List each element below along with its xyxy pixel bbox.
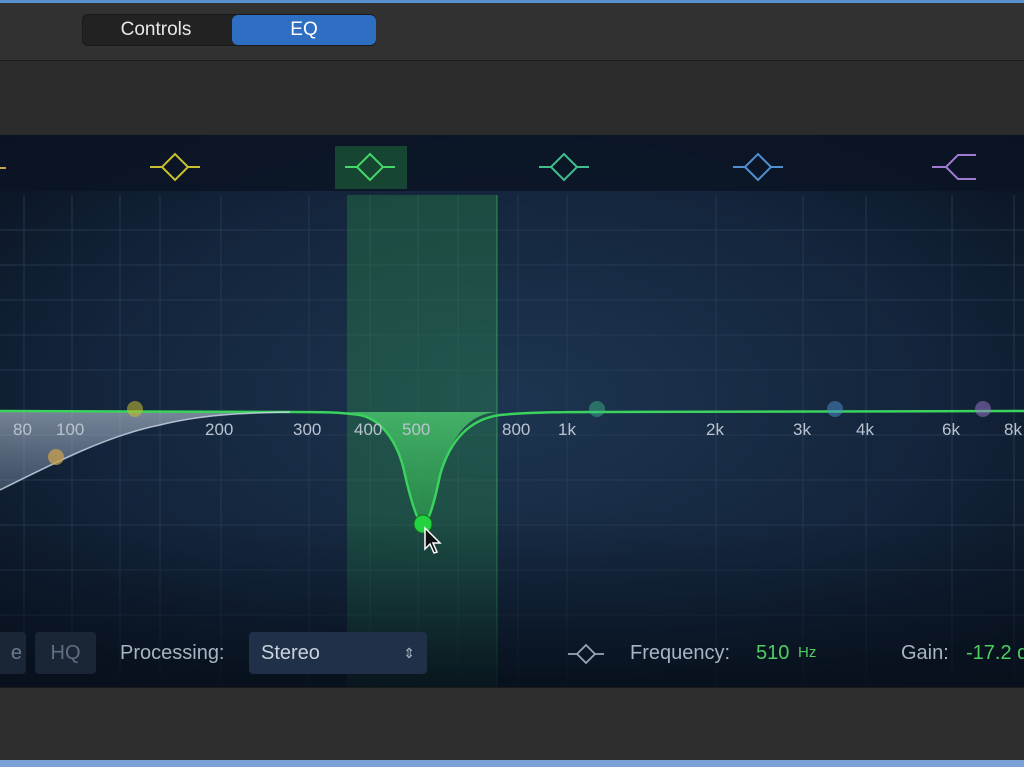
eq-graph[interactable]: 80 100 200 300 400 500 800 1k 2k 3k 4k 6… [0, 135, 1024, 687]
band-peak-icon[interactable] [345, 151, 397, 183]
frequency-value[interactable]: 510 [756, 632, 789, 674]
band-peak-icon[interactable] [539, 151, 591, 183]
freq-label: 4k [856, 420, 874, 439]
tab-controls[interactable]: Controls [82, 15, 230, 45]
band2-handle[interactable] [127, 401, 143, 417]
gain-label: Gain: [901, 642, 949, 664]
processing-select[interactable]: Stereo ⇕ [249, 632, 427, 674]
freq-label: 300 [293, 420, 322, 439]
stepper-updown-icon: ⇕ [403, 645, 415, 661]
band-peak-icon[interactable] [150, 151, 202, 183]
freq-label: 6k [942, 420, 960, 439]
band6-handle[interactable] [975, 401, 991, 417]
freq-label: 200 [205, 420, 234, 439]
frequency-label: Frequency: [630, 642, 731, 664]
eq-graph-canvas [0, 135, 1024, 687]
freq-label: 800 [502, 420, 531, 439]
hq-button[interactable]: HQ [35, 632, 96, 674]
freq-label: 3k [793, 420, 811, 439]
gain-value[interactable]: -17.2 d [966, 632, 1024, 674]
lower-panel [0, 687, 1024, 761]
band4-handle[interactable] [589, 401, 605, 417]
view-segmented-control: Controls EQ [82, 14, 376, 46]
header-spacer [0, 61, 1024, 135]
freq-label: 80 [13, 420, 32, 439]
freq-label: 500 [402, 420, 431, 439]
mode-button-clipped[interactable]: e [0, 632, 26, 674]
high-shelf-icon[interactable] [932, 151, 978, 183]
frequency-unit: Hz [798, 644, 817, 661]
toolbar: Controls EQ [0, 3, 1024, 61]
processing-value: Stereo [261, 642, 320, 664]
freq-label: 1k [558, 420, 576, 439]
band1-icon-partial[interactable] [0, 157, 12, 179]
freq-label: 2k [706, 420, 724, 439]
freq-label: 100 [56, 420, 85, 439]
band-peak-icon[interactable] [733, 151, 785, 183]
band-peak-icon [568, 643, 604, 665]
band5-handle[interactable] [827, 401, 843, 417]
processing-label: Processing: [120, 642, 225, 664]
band3-handle-selected[interactable] [413, 514, 433, 534]
freq-label: 8k [1004, 420, 1022, 439]
freq-label: 400 [354, 420, 383, 439]
window-bottom-edge [0, 760, 1024, 767]
tab-eq[interactable]: EQ [232, 15, 376, 45]
band1-handle[interactable] [48, 449, 64, 465]
eq-control-bar: e HQ Processing: Stereo ⇕ Frequency: 510… [0, 628, 1024, 684]
